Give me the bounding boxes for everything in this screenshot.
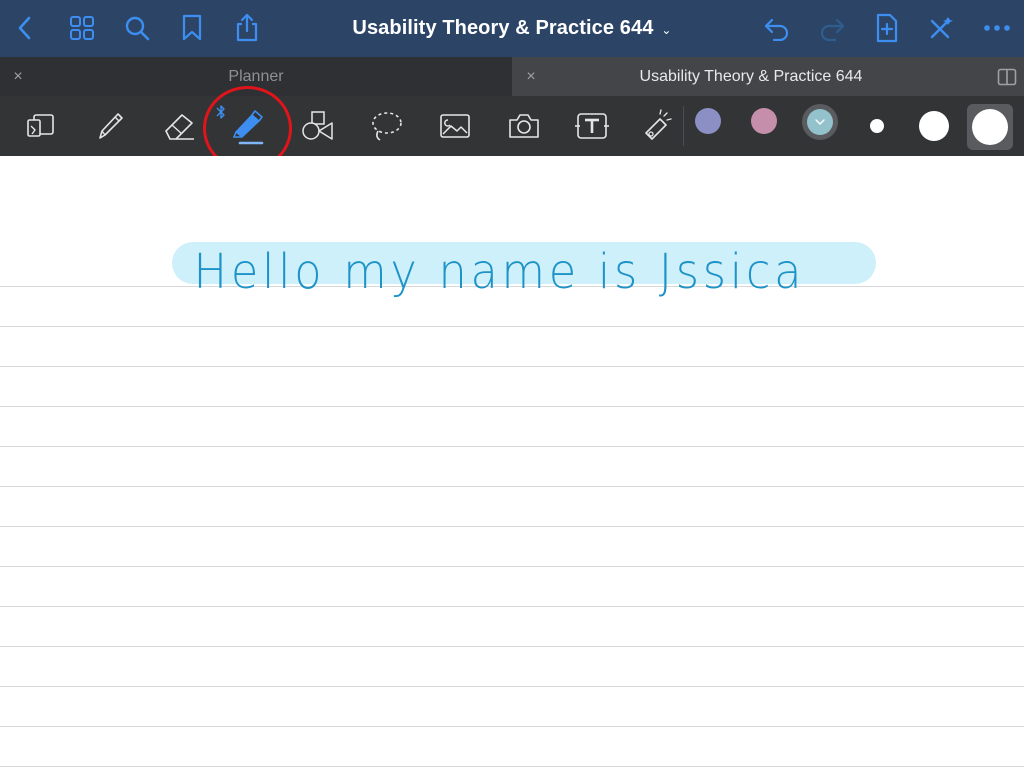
undo-icon [764,18,789,41]
redo-button[interactable] [815,11,849,45]
tab-usability-theory[interactable]: Usability Theory & Practice 644 [512,57,990,96]
close-tools-button[interactable] [924,11,958,45]
ruled-line [0,366,1024,367]
shapes-tool[interactable] [292,104,342,148]
text-tool[interactable] [567,104,617,148]
image-icon [440,114,470,138]
tab-label: Usability Theory & Practice 644 [639,67,863,85]
close-tab-usability-button[interactable]: × [516,57,546,96]
stroke-size-medium[interactable] [919,111,949,141]
shapes-icon [302,111,333,140]
close-icon: × [13,67,23,85]
camera-icon [509,114,539,138]
color-swatch-lavender[interactable] [695,108,721,134]
ruled-line [0,566,1024,567]
chevron-down-icon: ⌄ [661,22,672,37]
laser-pointer-icon [645,109,672,140]
pen-icon [99,113,123,139]
tab-label: Planner [228,67,284,85]
add-page-button[interactable] [870,11,904,45]
ruled-line [0,446,1024,447]
more-icon [984,25,1010,31]
bluetooth-icon [216,105,225,119]
color-swatch-mauve[interactable] [751,108,777,134]
split-view-button[interactable] [990,57,1024,96]
eraser-tool[interactable] [155,104,205,148]
ruled-line [0,326,1024,327]
eraser-icon [165,114,194,140]
undo-button[interactable] [760,11,794,45]
stroke-size-large[interactable] [972,109,1008,145]
tools-close-icon [930,17,953,39]
color-swatch-teal[interactable] [807,109,833,135]
ruled-line [0,726,1024,727]
top-navigation-bar: Usability Theory & Practice 644 ⌄ [0,0,1024,57]
close-tab-planner-button[interactable]: × [3,57,33,96]
ruled-line [0,606,1024,607]
ruled-line [0,526,1024,527]
handwritten-text: Hello my name is Jssica [193,244,806,300]
document-title-text: Usability Theory & Practice 644 [352,17,654,39]
more-button[interactable] [980,11,1014,45]
highlighter-tool[interactable] [223,104,273,148]
image-tool[interactable] [430,104,480,148]
highlighter-icon [232,110,264,145]
ruled-line [0,686,1024,687]
ruled-line [0,646,1024,647]
lasso-icon [372,112,402,141]
ruled-line [0,766,1024,767]
toolbar-divider [683,106,684,146]
redo-icon [820,18,845,41]
stroke-size-small[interactable] [870,119,884,133]
lasso-tool[interactable] [361,104,411,148]
ruled-line [0,406,1024,407]
tab-bar: Planner × Usability Theory & Practice 64… [0,57,1024,96]
read-mode-tool[interactable] [16,104,66,148]
split-view-icon [997,68,1017,85]
camera-tool[interactable] [499,104,549,148]
pen-tool[interactable] [85,104,135,148]
read-mode-icon [27,114,54,137]
chevron-down-icon [815,119,825,125]
notebook-page[interactable]: Hello my name is Jssica [0,156,1024,768]
tab-planner[interactable]: Planner [0,57,512,96]
laser-pointer-tool[interactable] [632,104,682,148]
close-icon: × [526,67,536,85]
add-page-icon [876,13,898,43]
ruled-line [0,486,1024,487]
text-icon [575,113,609,139]
